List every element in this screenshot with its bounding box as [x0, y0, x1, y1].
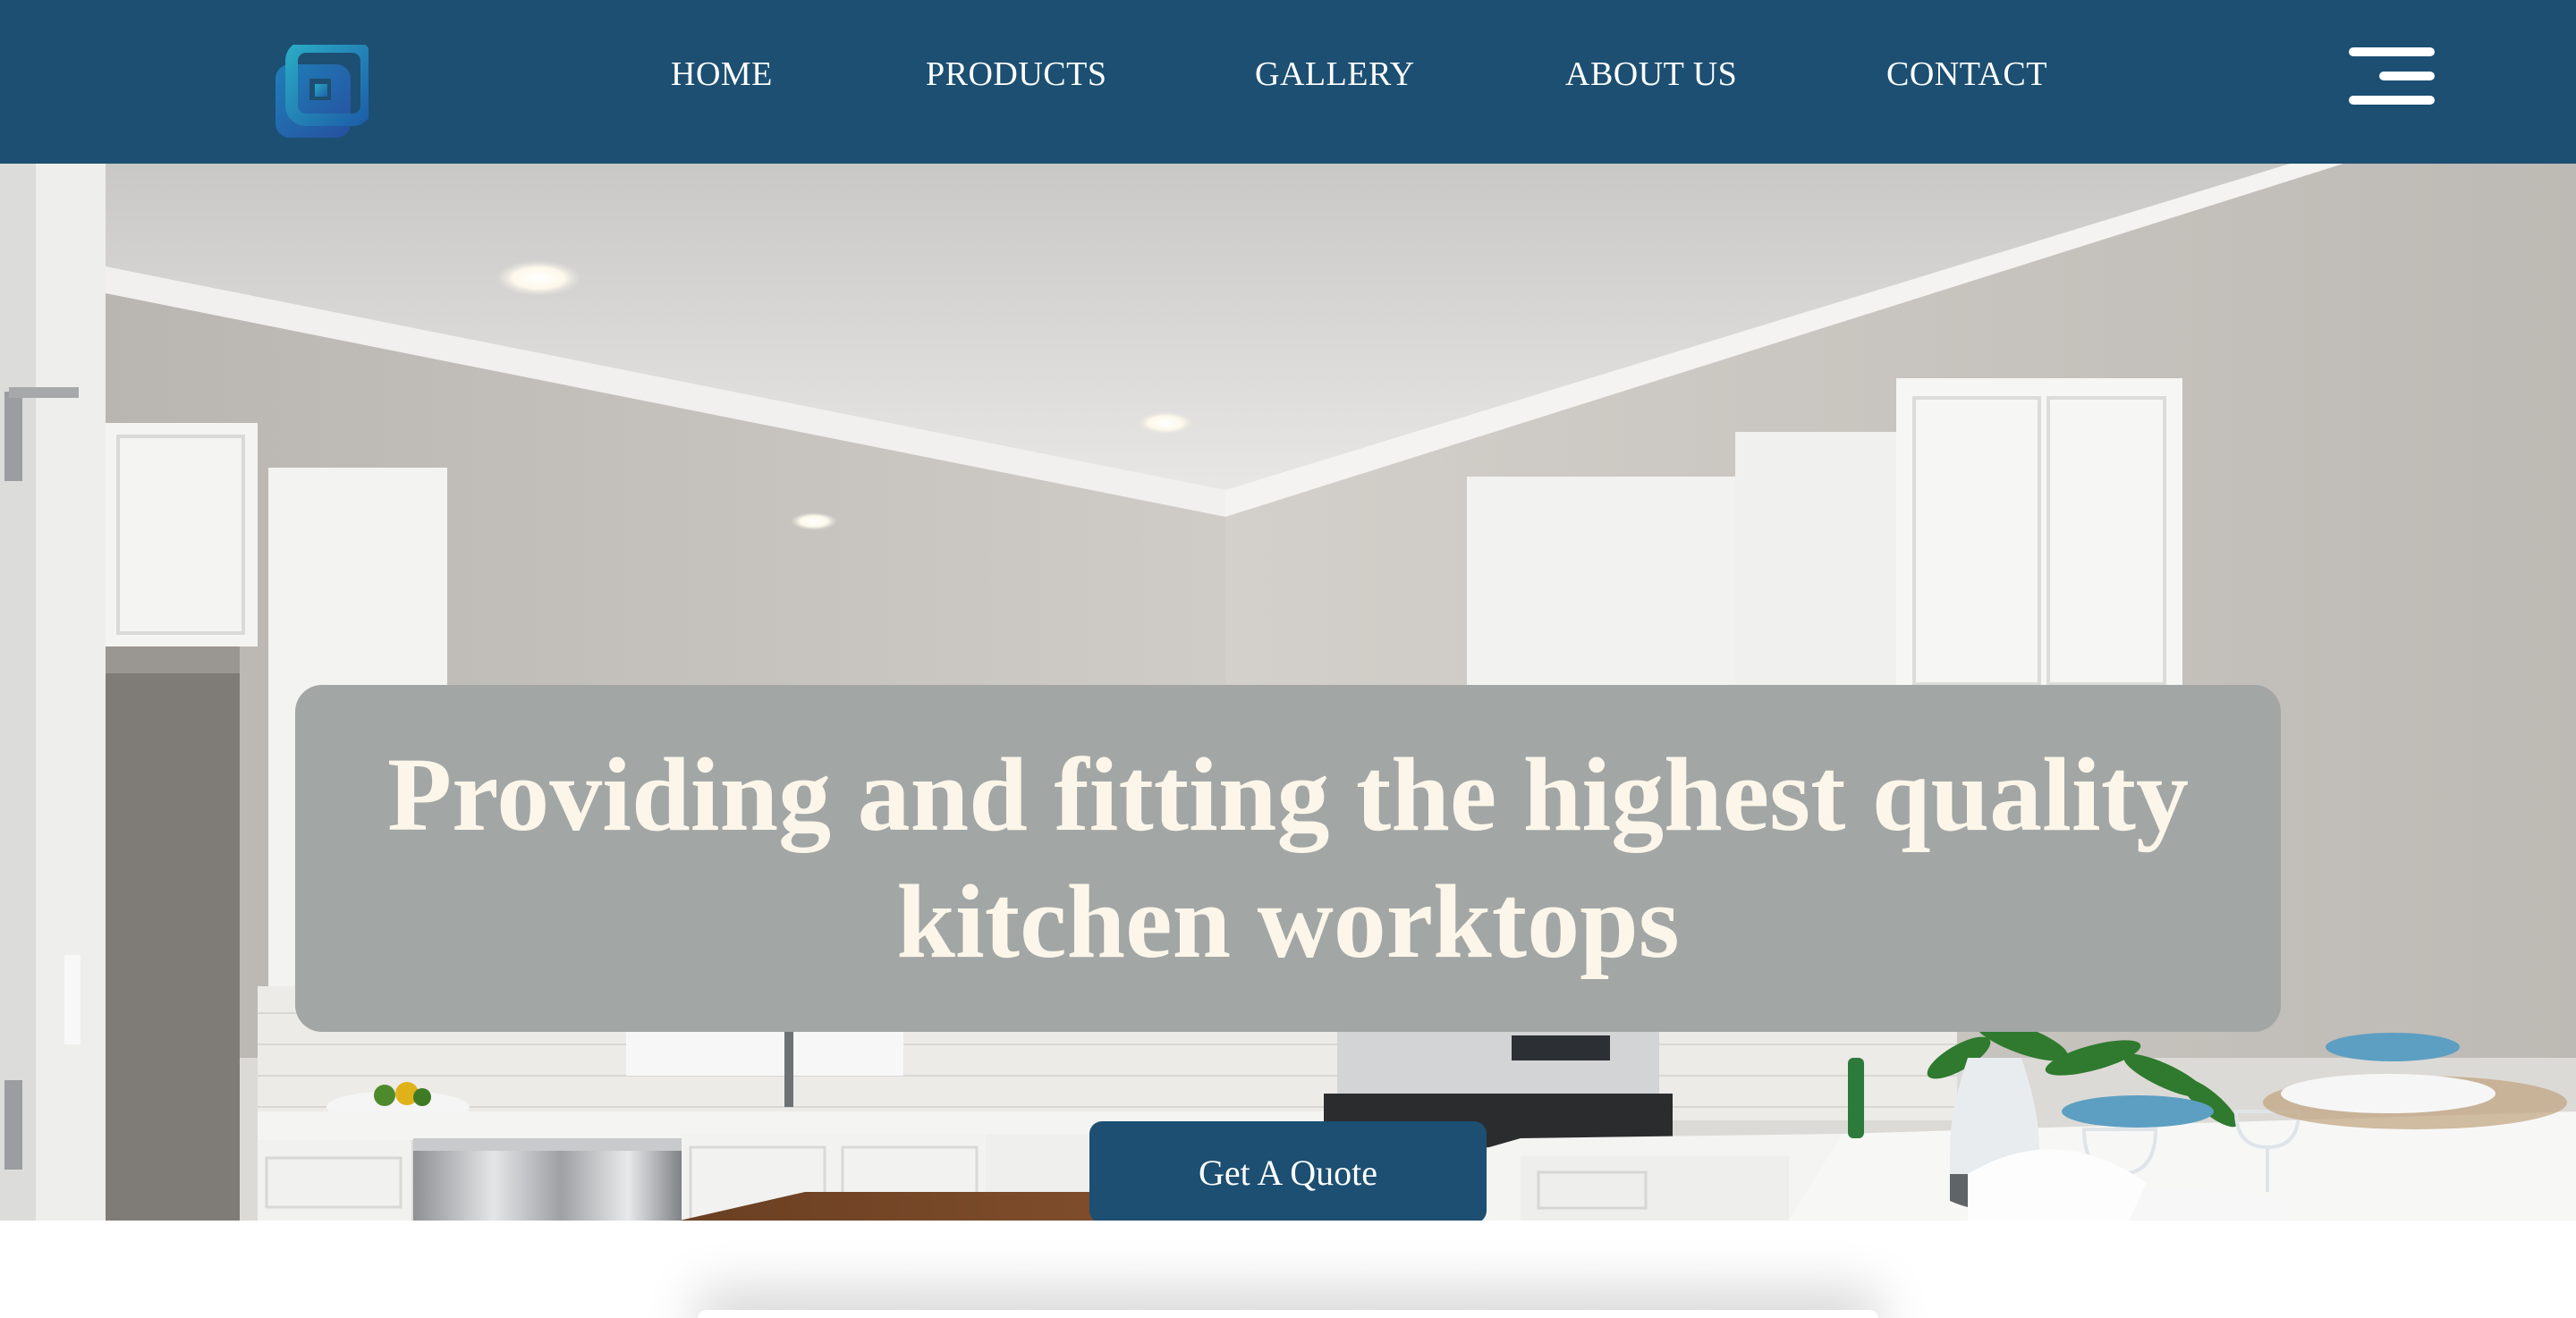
nav-products-link[interactable]: PRODUCTS	[926, 55, 1107, 94]
below-hero-section	[0, 1221, 2576, 1318]
hamburger-menu-icon[interactable]	[2347, 45, 2436, 107]
headline-box: Providing and fitting the highest qualit…	[295, 685, 2281, 1032]
nav-about-link[interactable]: ABOUT US	[1565, 55, 1737, 94]
hero-section: Providing and fitting the highest qualit…	[0, 164, 2576, 1221]
top-navbar: HOME PRODUCTS GALLERY ABOUT US CONTACT	[0, 0, 2576, 164]
content-card	[698, 1310, 1878, 1318]
nav-home-link[interactable]: HOME	[671, 55, 773, 94]
get-quote-button[interactable]: Get A Quote	[1089, 1121, 1487, 1221]
menu-line	[2349, 96, 2435, 105]
menu-line	[2349, 47, 2435, 56]
nav-gallery-link[interactable]: GALLERY	[1255, 55, 1415, 94]
nav-contact-link[interactable]: CONTACT	[1886, 55, 2047, 94]
hero-headline: Providing and fitting the highest qualit…	[386, 736, 2189, 980]
menu-line	[2379, 72, 2435, 80]
cube-logo-icon	[275, 40, 373, 138]
site-logo[interactable]	[274, 40, 373, 139]
